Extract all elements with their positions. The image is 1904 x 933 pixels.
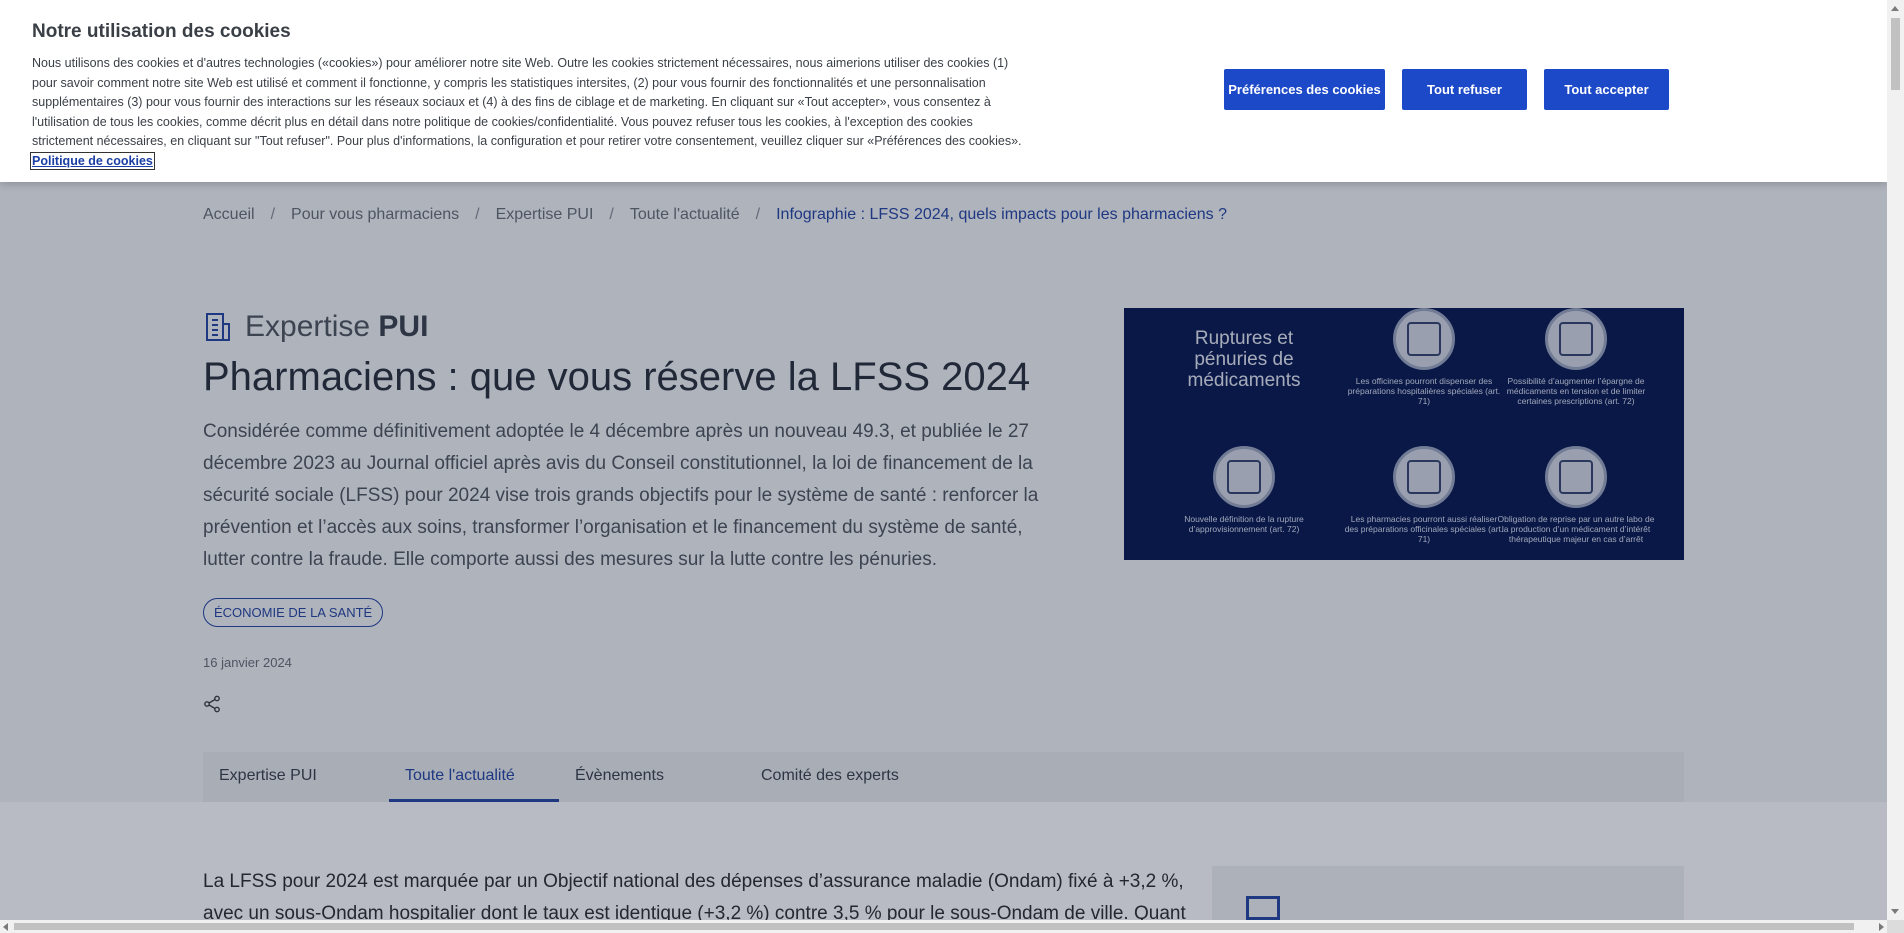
scroll-up-arrow-icon[interactable] bbox=[1891, 6, 1899, 11]
horizontal-scrollbar[interactable] bbox=[0, 920, 1887, 933]
cookie-preferences-button[interactable]: Préférences des cookies bbox=[1224, 69, 1385, 110]
vertical-scrollbar[interactable] bbox=[1887, 0, 1904, 920]
accept-all-button[interactable]: Tout accepter bbox=[1544, 69, 1669, 110]
cookie-buttons: Préférences des cookies Tout refuser Tou… bbox=[1224, 69, 1669, 110]
scrollbar-thumb[interactable] bbox=[14, 923, 1854, 930]
scroll-down-arrow-icon[interactable] bbox=[1891, 909, 1899, 914]
cookie-banner-text: Nous utilisons des cookies et d'autres t… bbox=[30, 56, 1022, 170]
scroll-right-arrow-icon[interactable] bbox=[1879, 923, 1884, 931]
scroll-left-arrow-icon[interactable] bbox=[3, 923, 8, 931]
cookie-banner-title: Notre utilisation des cookies bbox=[32, 21, 291, 42]
refuse-all-button[interactable]: Tout refuser bbox=[1402, 69, 1527, 110]
cookie-banner: Notre utilisation des cookies Nous utili… bbox=[0, 0, 1887, 182]
scrollbar-corner bbox=[1887, 920, 1904, 933]
cookie-policy-link[interactable]: Politique de cookies bbox=[30, 151, 155, 170]
scrollbar-thumb[interactable] bbox=[1891, 18, 1900, 90]
